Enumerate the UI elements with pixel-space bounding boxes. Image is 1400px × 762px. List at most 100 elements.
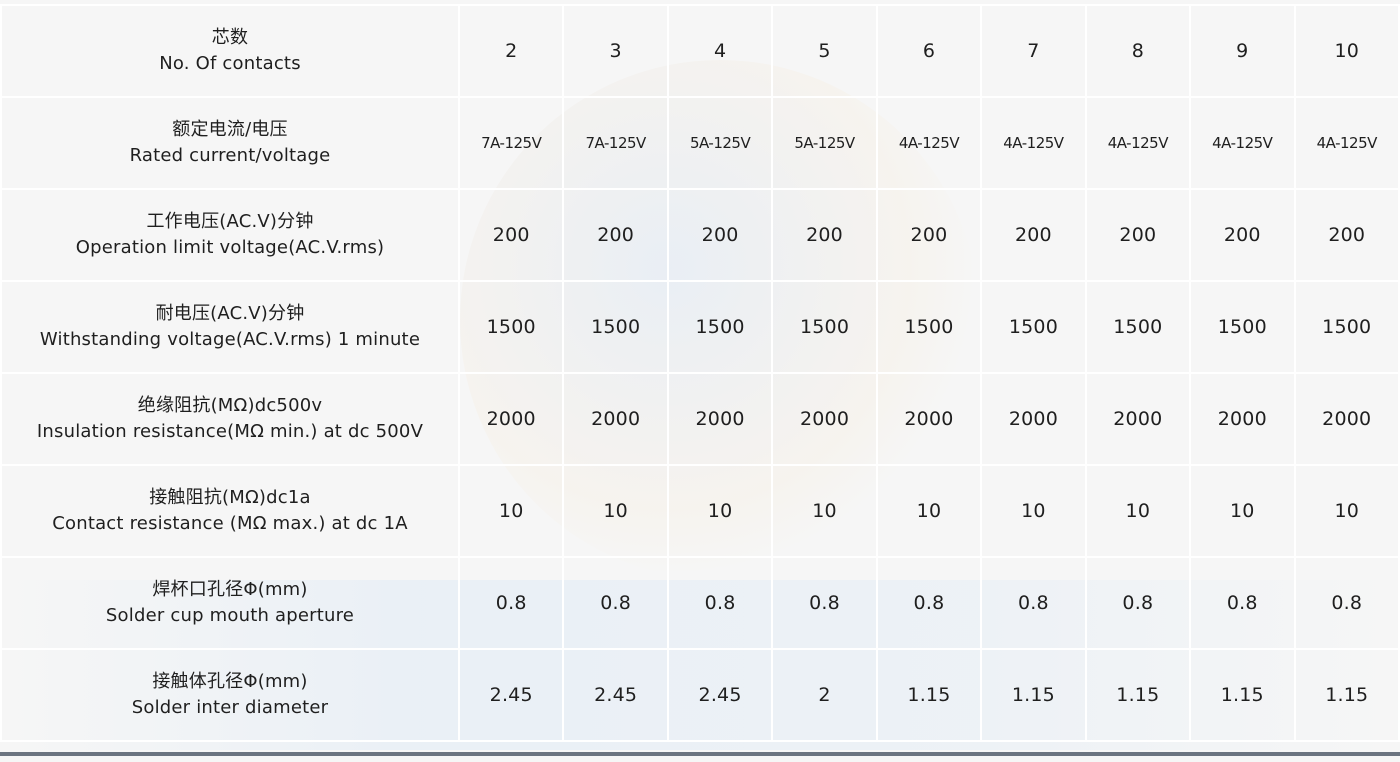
table-cell: 2000	[666, 372, 774, 466]
table-row: 接触体孔径Φ(mm) Solder inter diameter 2.45 2.45 2…	[0, 648, 1400, 742]
table-cell: 1500	[1293, 280, 1400, 374]
table-cell: 2	[771, 648, 878, 742]
table-cell: 3	[562, 4, 669, 98]
table-cell: 2000	[875, 372, 983, 466]
table-cell: 0.8	[1084, 556, 1192, 650]
table-cell: 2000	[562, 372, 669, 466]
table-cell: 2000	[1189, 372, 1296, 466]
table-cell: 0.8	[1293, 556, 1400, 650]
table-cell: 1500	[980, 280, 1087, 374]
table-cell: 4A-125V	[980, 96, 1087, 190]
table-cell: 2000	[457, 372, 565, 466]
table-cell: 10	[1189, 464, 1296, 558]
table-cell: 10	[980, 464, 1087, 558]
spec-table-body: 芯数 No. Of contacts 2 3 4 5 6 7 8 9 10 额定电流/电压 Rated …	[0, 4, 1400, 742]
row-label: 接触阻抗(MΩ)dc1a Contact resistance (MΩ max.)…	[0, 464, 460, 558]
table-cell: 1500	[562, 280, 669, 374]
table-cell: 4A-125V	[1189, 96, 1296, 190]
row-label-zh: 耐电压(AC.V)分钟	[155, 303, 305, 324]
table-row: 接触阻抗(MΩ)dc1a Contact resistance (MΩ max.)…	[0, 464, 1400, 558]
table-cell: 10	[1293, 4, 1400, 98]
row-label-en: Solder inter diameter	[131, 697, 329, 718]
table-cell: 10	[1084, 464, 1192, 558]
table-cell: 6	[875, 4, 983, 98]
table-cell: 1.15	[1189, 648, 1296, 742]
table-cell: 200	[562, 188, 669, 282]
table-cell: 5A-125V	[771, 96, 878, 190]
table-cell: 2.45	[562, 648, 669, 742]
table-cell: 1.15	[875, 648, 983, 742]
table-cell: 5	[771, 4, 878, 98]
table-row: 绝缘阻抗(MΩ)dc500v Insulation resistance(MΩ m…	[0, 372, 1400, 466]
table-cell: 1500	[666, 280, 774, 374]
table-cell: 1.15	[1084, 648, 1192, 742]
table-cell: 1500	[457, 280, 565, 374]
row-label-zh: 接触阻抗(MΩ)dc1a	[149, 487, 311, 508]
table-cell: 200	[1189, 188, 1296, 282]
row-label-zh: 芯数	[211, 27, 249, 48]
table-cell: 4A-125V	[875, 96, 983, 190]
table-cell: 1.15	[1293, 648, 1400, 742]
table-cell: 4A-125V	[1293, 96, 1400, 190]
table-cell: 2000	[771, 372, 878, 466]
table-cell: 9	[1189, 4, 1296, 98]
table-row: 耐电压(AC.V)分钟 Withstanding voltage(AC.V.rms…	[0, 280, 1400, 374]
row-label-en: Rated current/voltage	[129, 145, 331, 166]
table-cell: 2	[457, 4, 565, 98]
table-cell: 4A-125V	[1084, 96, 1192, 190]
table-cell: 8	[1084, 4, 1192, 98]
row-label: 工作电压(AC.V)分钟 Operation limit voltage(AC.V…	[0, 188, 460, 282]
row-label: 焊杯口孔径Φ(mm) Solder cup mouth aperture	[0, 556, 460, 650]
table-cell: 1.15	[980, 648, 1087, 742]
row-label: 耐电压(AC.V)分钟 Withstanding voltage(AC.V.rms…	[0, 280, 460, 374]
table-cell: 2000	[980, 372, 1087, 466]
table-cell: 0.8	[875, 556, 983, 650]
table-cell: 2000	[1084, 372, 1192, 466]
table-cell: 10	[666, 464, 774, 558]
table-cell: 2000	[1293, 372, 1400, 466]
spec-table: 芯数 No. Of contacts 2 3 4 5 6 7 8 9 10 额定电流/电压 Rated …	[0, 4, 1400, 742]
row-label-zh: 绝缘阻抗(MΩ)dc500v	[137, 395, 323, 416]
row-label-zh: 工作电压(AC.V)分钟	[146, 211, 314, 232]
table-cell: 0.8	[562, 556, 669, 650]
table-cell: 10	[457, 464, 565, 558]
table-cell: 0.8	[1189, 556, 1296, 650]
table-cell: 200	[875, 188, 983, 282]
table-cell: 0.8	[771, 556, 878, 650]
table-cell: 200	[1084, 188, 1192, 282]
table-cell: 200	[980, 188, 1087, 282]
table-cell: 2.45	[666, 648, 774, 742]
table-cell: 1500	[1084, 280, 1192, 374]
table-cell: 10	[875, 464, 983, 558]
table-cell: 10	[771, 464, 878, 558]
table-cell: 1500	[875, 280, 983, 374]
row-label-en: Withstanding voltage(AC.V.rms) 1 minute	[39, 329, 421, 350]
row-label-zh: 接触体孔径Φ(mm)	[152, 671, 308, 692]
table-cell: 10	[1293, 464, 1400, 558]
table-cell: 7A-125V	[562, 96, 669, 190]
table-cell: 7	[980, 4, 1087, 98]
table-cell: 2.45	[457, 648, 565, 742]
row-label-zh: 额定电流/电压	[172, 119, 288, 140]
table-row: 额定电流/电压 Rated current/voltage 7A-125V 7A-12…	[0, 96, 1400, 190]
table-cell: 0.8	[980, 556, 1087, 650]
table-cell: 10	[562, 464, 669, 558]
table-cell: 7A-125V	[457, 96, 565, 190]
table-cell: 200	[1293, 188, 1400, 282]
row-label-en: No. Of contacts	[159, 53, 301, 74]
table-cell: 1500	[771, 280, 878, 374]
table-cell: 5A-125V	[666, 96, 774, 190]
table-cell: 1500	[1189, 280, 1296, 374]
row-label-en: Operation limit voltage(AC.V.rms)	[75, 237, 385, 258]
table-row: 工作电压(AC.V)分钟 Operation limit voltage(AC.V…	[0, 188, 1400, 282]
row-label: 绝缘阻抗(MΩ)dc500v Insulation resistance(MΩ m…	[0, 372, 460, 466]
table-cell: 4	[666, 4, 774, 98]
table-cell: 0.8	[457, 556, 565, 650]
row-label-en: Insulation resistance(MΩ min.) at dc 500…	[36, 421, 424, 442]
row-label-en: Contact resistance (MΩ max.) at dc 1A	[52, 513, 408, 534]
row-label: 额定电流/电压 Rated current/voltage	[0, 96, 460, 190]
bottom-rule	[0, 752, 1400, 756]
table-cell: 200	[771, 188, 878, 282]
table-cell: 0.8	[666, 556, 774, 650]
table-cell: 200	[666, 188, 774, 282]
